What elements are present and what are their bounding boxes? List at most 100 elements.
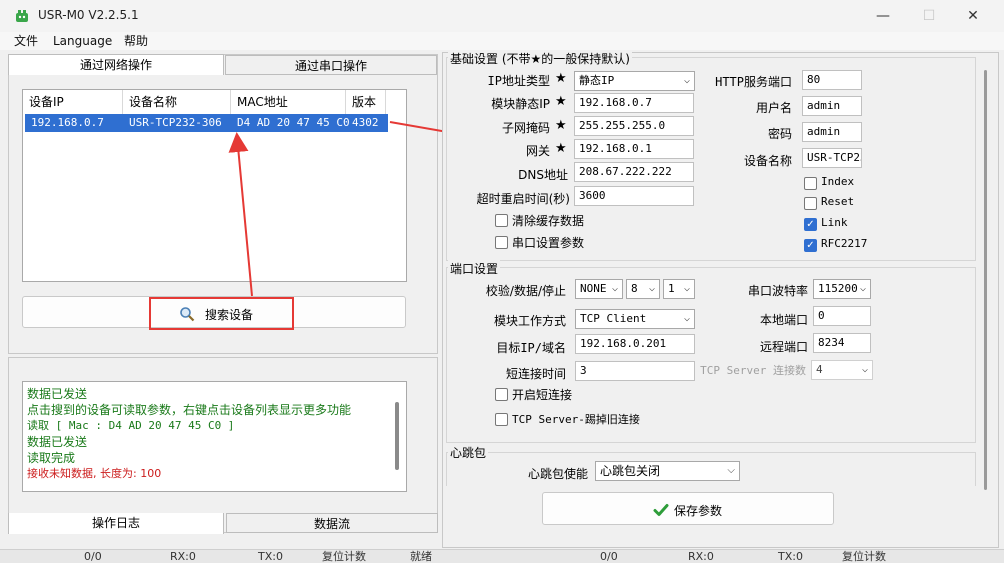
baud-label: 串口波特率	[747, 284, 808, 298]
col-header-name[interactable]: 设备名称	[123, 90, 231, 114]
status-count-2: 0/0	[600, 550, 618, 563]
gateway-label: 网关	[525, 144, 550, 158]
log-line: 接收未知数据, 长度为: 100	[27, 467, 162, 480]
baud-select[interactable]: 115200 ⌵	[813, 279, 871, 299]
dns-input[interactable]: 208.67.222.222	[574, 162, 694, 182]
databits-select[interactable]: 8 ⌵	[626, 279, 660, 299]
dns-label: DNS地址	[518, 168, 568, 182]
status-ready: 就绪	[410, 550, 432, 563]
kick-old-checkbox[interactable]	[495, 413, 508, 426]
required-star: ★	[555, 94, 567, 109]
row-name: USR-TCP232-306	[129, 116, 222, 129]
target-ip-label: 目标IP/域名	[496, 341, 566, 355]
reset-checkbox[interactable]	[804, 197, 817, 210]
search-button[interactable]: 搜索设备	[149, 297, 294, 330]
col-header-mac[interactable]: MAC地址	[231, 90, 346, 114]
rfc2217-label: RFC2217	[821, 237, 868, 250]
clear-cache-checkbox[interactable]	[495, 214, 508, 227]
window-title: USR-M0 V2.2.5.1	[38, 8, 139, 22]
title-bar: USR-M0 V2.2.5.1 — ☐ ✕	[0, 0, 1004, 32]
row-version: 4302	[352, 116, 379, 129]
remote-port-label: 远程端口	[759, 340, 808, 354]
serial-params-label: 串口设置参数	[512, 236, 585, 250]
short-conn-enable-label: 开启短连接	[512, 388, 573, 402]
menu-file[interactable]: 文件	[14, 32, 38, 50]
status-tx-2: TX:0	[778, 550, 803, 563]
http-port-label: HTTP服务端口	[715, 75, 792, 89]
serial-params-checkbox[interactable]	[495, 236, 508, 249]
menu-help[interactable]: 帮助	[124, 32, 148, 50]
status-reset-count-2[interactable]: 复位计数	[842, 550, 886, 563]
http-port-input[interactable]: 80	[802, 70, 862, 90]
table-row[interactable]: 192.168.0.7 USR-TCP232-306 D4 AD 20 47 4…	[25, 114, 388, 132]
checkmark-icon	[653, 504, 669, 516]
status-rx-2: RX:0	[688, 550, 714, 563]
reset-label: Reset	[821, 195, 855, 208]
required-star: ★	[555, 71, 567, 86]
settings-scrollbar[interactable]	[984, 70, 987, 490]
clear-cache-label: 清除缓存数据	[512, 214, 585, 228]
minimize-button[interactable]: —	[860, 2, 906, 30]
tab-network[interactable]: 通过网络操作	[8, 54, 224, 75]
search-button-label: 搜索设备	[205, 308, 254, 322]
status-rx: RX:0	[170, 550, 196, 563]
link-checkbox[interactable]: ✓	[804, 218, 817, 231]
device-name-input[interactable]: USR-TCP23	[802, 148, 862, 168]
col-header-ip[interactable]: 设备IP	[23, 90, 123, 114]
timeout-input[interactable]: 3600	[574, 186, 694, 206]
parity-label: 校验/数据/停止	[485, 284, 566, 298]
heartbeat-select[interactable]: 心跳包关闭 ⌵	[595, 461, 740, 481]
log-box: 数据已发送 点击搜到的设备可读取参数，右键点击设备列表显示更多功能 读取 [ M…	[22, 381, 407, 492]
col-header-version[interactable]: 版本	[346, 90, 386, 114]
index-checkbox[interactable]	[804, 177, 817, 190]
chevron-down-icon: ⌵	[727, 465, 735, 476]
heartbeat-enable-label: 心跳包使能	[527, 467, 588, 481]
password-input[interactable]: admin	[802, 122, 862, 142]
server-conn-label: TCP Server 连接数	[700, 364, 806, 377]
rfc2217-checkbox[interactable]: ✓	[804, 239, 817, 252]
static-ip-label: 模块静态IP	[491, 97, 550, 111]
short-conn-label: 短连接时间	[505, 367, 566, 381]
username-label: 用户名	[755, 101, 792, 115]
save-button-label: 保存参数	[674, 504, 723, 518]
required-star: ★	[555, 118, 567, 133]
gateway-input[interactable]: 192.168.0.1	[574, 139, 694, 159]
heartbeat-title: 心跳包	[448, 444, 489, 461]
parity-select[interactable]: NONE ⌵	[575, 279, 623, 299]
save-button[interactable]: 保存参数	[542, 492, 834, 525]
short-conn-input[interactable]: 3	[575, 361, 695, 381]
required-star: ★	[555, 141, 567, 156]
index-label: Index	[821, 175, 855, 188]
log-line: 读取完成	[27, 451, 76, 465]
chevron-down-icon: ⌵	[683, 313, 690, 324]
chevron-down-icon: ⌵	[683, 283, 690, 294]
remote-port-input[interactable]: 8234	[813, 333, 871, 353]
maximize-button[interactable]: ☐	[906, 2, 952, 30]
server-conn-select[interactable]: 4 ⌵	[811, 360, 873, 380]
local-port-input[interactable]: 0	[813, 306, 871, 326]
username-input[interactable]: admin	[802, 96, 862, 116]
work-mode-label: 模块工作方式	[493, 314, 566, 328]
device-list: 设备IP 设备名称 MAC地址 版本 192.168.0.7 USR-TCP23…	[22, 89, 407, 282]
status-count: 0/0	[84, 550, 102, 563]
tab-log[interactable]: 操作日志	[8, 513, 224, 534]
status-bar: 0/0 RX:0 TX:0 复位计数 就绪 0/0 RX:0 TX:0 复位计数	[0, 549, 1004, 563]
close-button[interactable]: ✕	[950, 2, 996, 30]
log-line: 读取 [ Mac : D4 AD 20 47 45 C0 ]	[27, 419, 235, 432]
stopbits-select[interactable]: 1 ⌵	[663, 279, 695, 299]
chevron-down-icon: ⌵	[648, 283, 655, 294]
menu-language[interactable]: Language	[53, 32, 112, 50]
log-scrollbar[interactable]	[395, 402, 399, 470]
work-mode-select[interactable]: TCP Client ⌵	[575, 309, 695, 329]
tab-serial[interactable]: 通过串口操作	[225, 55, 437, 75]
chevron-down-icon: ⌵	[861, 364, 868, 375]
ip-type-select[interactable]: 静态IP ⌵	[574, 71, 695, 91]
subnet-mask-input[interactable]: 255.255.255.0	[574, 116, 694, 136]
static-ip-input[interactable]: 192.168.0.7	[574, 93, 694, 113]
subnet-mask-label: 子网掩码	[501, 121, 550, 135]
short-conn-checkbox[interactable]	[495, 388, 508, 401]
tab-dataflow[interactable]: 数据流	[226, 513, 438, 533]
status-reset-count[interactable]: 复位计数	[322, 550, 366, 563]
app-icon	[16, 10, 28, 22]
target-ip-input[interactable]: 192.168.0.201	[575, 334, 695, 354]
